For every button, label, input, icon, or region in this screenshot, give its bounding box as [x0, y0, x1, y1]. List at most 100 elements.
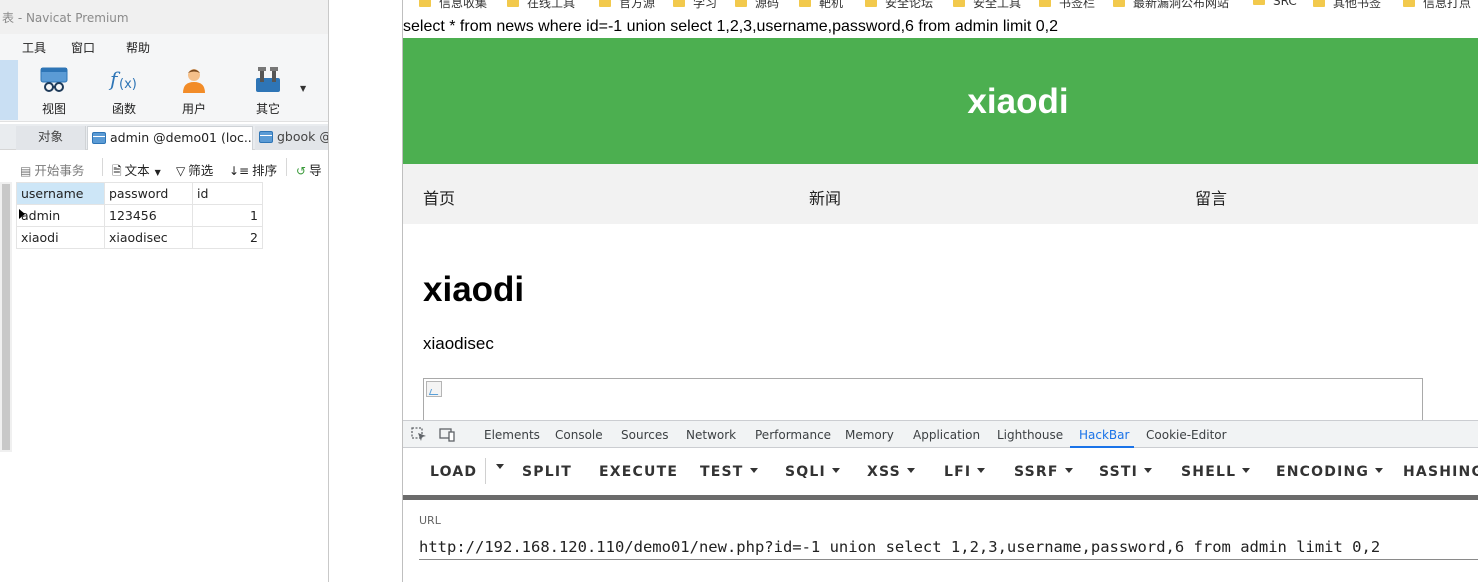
hackbar-execute-button[interactable]: EXECUTE — [599, 464, 678, 480]
tab-admin-label: admin @demo01 (loc... — [110, 130, 253, 145]
bookmark-folder[interactable]: 其他书签 — [1313, 0, 1381, 11]
hackbar-ssti-menu[interactable]: SSTI — [1099, 464, 1153, 480]
devtools-tab-memory[interactable]: Memory — [845, 428, 894, 442]
sort-button[interactable]: ↓≡ 排序 — [229, 160, 277, 179]
data-grid: username password id admin 123456 1 xiao… — [16, 182, 263, 249]
devtools-tab-network[interactable]: Network — [686, 428, 736, 442]
tab-objects[interactable]: 对象 — [16, 126, 86, 150]
devtools-tab-sources[interactable]: Sources — [621, 428, 668, 442]
hackbar-hashing-menu[interactable]: HASHING — [1403, 464, 1478, 480]
menu-help[interactable]: 帮助 — [126, 39, 150, 56]
hackbar-lfi-label: LFI — [944, 464, 972, 480]
bookmark-folder[interactable]: 安全工具 — [953, 0, 1021, 11]
inspect-element-icon[interactable] — [411, 427, 427, 442]
menu-window[interactable]: 窗口 — [71, 39, 95, 56]
hackbar-test-label: TEST — [700, 464, 744, 480]
menu-tools[interactable]: 工具 — [22, 39, 46, 56]
filter-label: 筛选 — [188, 163, 214, 178]
bookmark-folder[interactable]: 信息打点 — [1403, 0, 1471, 11]
chevron-down-icon — [749, 468, 758, 473]
tab-gbook-table[interactable]: gbook @ — [255, 126, 328, 150]
column-header-id[interactable]: id — [192, 182, 263, 205]
grid-vertical-scrollbar[interactable] — [0, 182, 12, 452]
chevron-down-icon — [1242, 468, 1251, 473]
scrollbar-thumb[interactable] — [2, 184, 10, 450]
grid-cell[interactable]: xiaodisec — [104, 226, 193, 249]
chevron-down-icon — [496, 464, 504, 469]
nav-link-home[interactable]: 首页 — [423, 185, 455, 209]
tab-admin-table[interactable]: admin @demo01 (loc... — [87, 126, 253, 150]
nav-link-guestbook[interactable]: 留言 — [1195, 185, 1227, 209]
import-button[interactable]: ↺ 导 — [296, 160, 322, 179]
bookmark-label: 安全论坛 — [885, 0, 934, 10]
table-row[interactable]: admin 123456 1 — [16, 204, 263, 227]
current-row-indicator-icon — [19, 209, 25, 219]
devtools-tab-lighthouse[interactable]: Lighthouse — [997, 428, 1063, 442]
bookmark-folder[interactable]: 官方源 — [599, 0, 655, 11]
bookmark-folder[interactable]: 源码 — [735, 0, 779, 11]
bookmark-folder[interactable]: 安全论坛 — [865, 0, 933, 11]
begin-transaction-button[interactable]: ▤ 开始事务 — [20, 160, 84, 179]
devtools-panel: Elements Console Sources Network Perform… — [403, 420, 1478, 582]
bookmark-label: 源码 — [755, 0, 780, 10]
devtools-tab-hackbar[interactable]: HackBar — [1079, 428, 1129, 442]
site-title: xiaodi — [967, 82, 1069, 121]
grid-cell[interactable]: 2 — [192, 226, 263, 249]
bookmark-folder[interactable]: 在线工具 — [507, 0, 575, 11]
hackbar-ssti-label: SSTI — [1099, 464, 1139, 480]
navicat-ribbon: 视图 f (x) 函数 用户 其它 ▼ — [0, 58, 328, 122]
devtools-tab-elements[interactable]: Elements — [484, 428, 540, 442]
folder-icon — [953, 0, 965, 7]
devtools-tab-performance[interactable]: Performance — [755, 428, 831, 442]
ribbon-view-button[interactable]: 视图 — [24, 62, 84, 118]
column-header-password[interactable]: password — [104, 182, 193, 205]
folder-icon — [1253, 0, 1265, 5]
devtools-tab-cookie-editor[interactable]: Cookie-Editor — [1146, 428, 1227, 442]
ribbon-other-button[interactable]: 其它 — [238, 62, 298, 118]
hackbar-split-button[interactable]: SPLIT — [522, 464, 572, 480]
text-view-button[interactable]: 🗎 文本 ▼ — [112, 160, 161, 183]
devtools-tab-console[interactable]: Console — [555, 428, 603, 442]
ribbon-function-button[interactable]: f (x) 函数 — [94, 62, 154, 118]
bookmark-folder[interactable]: 最新漏洞公布网站 — [1113, 0, 1229, 11]
url-label: URL — [419, 514, 441, 527]
grid-cell[interactable]: admin — [16, 204, 105, 227]
hackbar-encoding-menu[interactable]: ENCODING — [1276, 464, 1384, 480]
hackbar-test-menu[interactable]: TEST — [700, 464, 758, 480]
ribbon-more-icon[interactable]: ▼ — [300, 84, 306, 93]
devtools-tab-application[interactable]: Application — [913, 428, 980, 442]
chevron-down-icon — [1144, 468, 1153, 473]
table-row[interactable]: xiaodi xiaodisec 2 — [16, 226, 263, 249]
navicat-title: 表 - Navicat Premium — [2, 11, 129, 25]
folder-icon — [865, 0, 877, 7]
article-title: xiaodi — [423, 270, 525, 309]
hackbar-load-menu-button[interactable] — [490, 460, 504, 476]
ribbon-user-button[interactable]: 用户 — [164, 62, 224, 118]
svg-text:(x): (x) — [119, 77, 137, 92]
grid-cell[interactable]: xiaodi — [16, 226, 105, 249]
nav-link-news[interactable]: 新闻 — [809, 185, 841, 209]
bookmark-folder[interactable]: 信息收集 — [419, 0, 487, 11]
bookmarks-bar: 信息收集 在线工具 官方源 学习 源码 靶机 安全论坛 安全工具 书签栏 最新漏… — [403, 0, 1478, 12]
hackbar-load-button[interactable]: LOAD — [430, 464, 477, 480]
device-toolbar-icon[interactable] — [439, 427, 455, 442]
chevron-down-icon — [906, 468, 915, 473]
hackbar-shell-menu[interactable]: SHELL — [1181, 464, 1251, 480]
bookmark-folder[interactable]: SRC — [1253, 0, 1297, 8]
hackbar-lfi-menu[interactable]: LFI — [944, 464, 986, 480]
bookmark-folder[interactable]: 学习 — [673, 0, 717, 11]
navicat-data-toolbar: ▤ 开始事务 🗎 文本 ▼ ▽ 筛选 ↓≡ 排序 ↺ 导 — [0, 152, 328, 183]
bookmark-folder[interactable]: 书签栏 — [1039, 0, 1095, 11]
grid-cell[interactable]: 1 — [192, 204, 263, 227]
filter-button[interactable]: ▽ 筛选 — [176, 160, 213, 179]
hackbar-sqli-menu[interactable]: SQLI — [785, 464, 840, 480]
hackbar-xss-menu[interactable]: XSS — [867, 464, 915, 480]
function-icon: f (x) — [108, 67, 137, 92]
grid-header-row: username password id — [16, 182, 263, 205]
column-header-username[interactable]: username — [16, 182, 105, 205]
bookmark-folder[interactable]: 靶机 — [799, 0, 843, 11]
url-input[interactable] — [419, 534, 1478, 560]
folder-icon — [1403, 0, 1415, 7]
grid-cell[interactable]: 123456 — [104, 204, 193, 227]
hackbar-ssrf-menu[interactable]: SSRF — [1014, 464, 1073, 480]
